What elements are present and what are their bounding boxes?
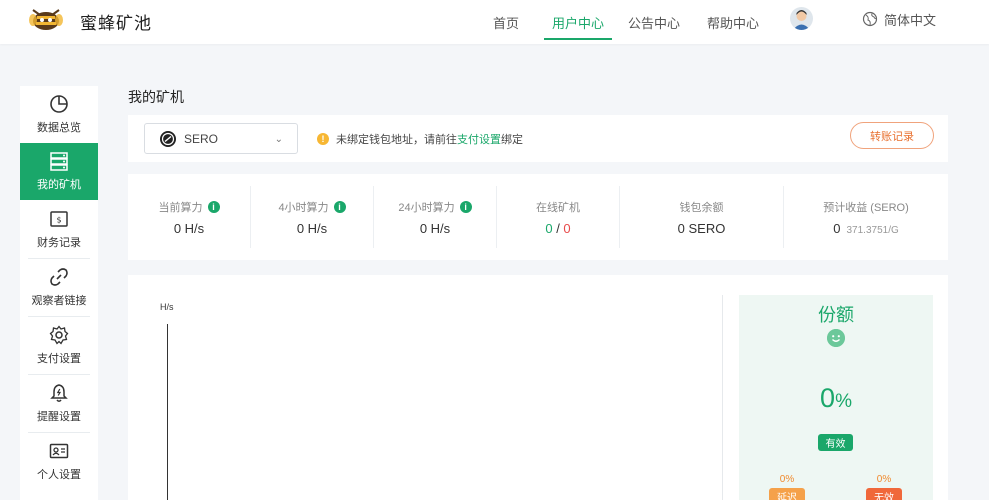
- language-switch[interactable]: 简体中文: [862, 0, 936, 38]
- chevron-down-icon: ⌄: [274, 134, 283, 145]
- sidebar-item-label: 提醒设置: [37, 411, 81, 423]
- language-label: 简体中文: [884, 12, 937, 28]
- invalid-badge: 无效: [866, 488, 902, 500]
- stat-value: 0 371.3751/G: [833, 221, 899, 236]
- stat-expected-income: 预计收益 (SERO) 0 371.3751/G: [784, 174, 948, 260]
- transfer-records-button[interactable]: 转账记录: [850, 122, 934, 149]
- user-avatar[interactable]: [790, 7, 813, 30]
- sidebar-item-finance[interactable]: $ 财务记录: [20, 201, 98, 258]
- stat-label: 预计收益 (SERO): [823, 201, 909, 214]
- toolbar-card: SERO ⌄ ! 未绑定钱包地址，请前往 支付设置 绑定 转账记录: [128, 115, 948, 162]
- globe-icon: [862, 11, 878, 27]
- income-rate: 371.3751/G: [846, 224, 899, 236]
- sidebar-item-label: 个人设置: [37, 469, 81, 481]
- brand-name[interactable]: 蜜蜂矿池: [80, 9, 152, 34]
- warning-text-prefix: 未绑定钱包地址，请前往: [336, 134, 457, 146]
- stat-label: 当前算力: [158, 201, 203, 214]
- nav-announcements[interactable]: 公告中心: [628, 0, 680, 44]
- id-card-icon: [49, 441, 69, 461]
- invalid-percent: 0%: [876, 474, 892, 485]
- wallet-warning: ! 未绑定钱包地址，请前往 支付设置 绑定: [317, 131, 523, 147]
- server-icon: [49, 151, 69, 171]
- share-percent-unit: %: [835, 391, 852, 412]
- page-title: 我的矿机: [128, 89, 184, 105]
- smile-icon: [827, 329, 845, 347]
- stat-4h-hashrate: 4小时算力 i 0 H/s: [251, 174, 373, 260]
- stat-label: 在线矿机: [536, 201, 580, 214]
- warning-text-suffix: 绑定: [501, 134, 523, 146]
- top-header: 蜜蜂矿池 首页 用户中心 公告中心 帮助中心 简体中文: [0, 0, 989, 44]
- nav-help[interactable]: 帮助中心: [707, 0, 759, 44]
- info-icon[interactable]: i: [207, 200, 220, 213]
- share-title: 份额: [818, 305, 854, 325]
- gear-icon: [49, 325, 69, 345]
- chart-divider: [722, 295, 723, 500]
- info-icon[interactable]: i: [333, 200, 346, 213]
- sidebar-item-alert-settings[interactable]: 提醒设置: [20, 375, 98, 432]
- offline-count: 0: [563, 220, 571, 236]
- sidebar-item-payment-settings[interactable]: 支付设置: [20, 317, 98, 374]
- stat-label: 24小时算力: [398, 201, 455, 214]
- sidebar-item-overview[interactable]: 数据总览: [20, 86, 98, 143]
- bee-logo-icon[interactable]: [28, 6, 64, 32]
- stat-value: 0 H/s: [296, 220, 328, 236]
- chart-y-axis-label: H/s: [160, 302, 174, 312]
- valid-badge: 有效: [818, 434, 853, 451]
- sidebar-item-label: 我的矿机: [37, 179, 81, 191]
- delayed-badge: 延迟: [769, 488, 805, 500]
- nav-home[interactable]: 首页: [493, 0, 519, 44]
- count-separator: /: [552, 220, 564, 236]
- hashrate-chart-card: H/s 份额 0% 有效 0% 延迟 0% 无效: [128, 275, 948, 500]
- share-percent-value: 0: [820, 383, 836, 413]
- stat-value: 0 SERO: [677, 220, 726, 236]
- sidebar-item-label: 财务记录: [37, 237, 81, 249]
- stat-value: 0 H/s: [419, 220, 451, 236]
- nav-user-center[interactable]: 用户中心: [543, 0, 613, 44]
- sidebar: 数据总览 我的矿机 $ 财务记录 观察者链接 支付设置 提醒设置 个人设置: [20, 86, 98, 500]
- info-icon[interactable]: i: [459, 200, 472, 213]
- bill-icon: $: [49, 209, 69, 229]
- avatar-icon: [793, 10, 810, 30]
- stat-wallet-balance: 钱包余额 0 SERO: [620, 174, 783, 260]
- stat-label: 钱包余额: [679, 201, 724, 214]
- delayed-percent: 0%: [779, 474, 795, 485]
- warning-icon: !: [317, 133, 329, 145]
- pie-chart-icon: [49, 94, 69, 114]
- sidebar-item-label: 数据总览: [37, 122, 81, 134]
- coin-select[interactable]: SERO ⌄: [144, 123, 298, 154]
- payment-settings-link[interactable]: 支付设置: [457, 131, 501, 147]
- stat-value: 0 H/s: [173, 220, 205, 236]
- share-percent: 0%: [739, 383, 933, 414]
- stat-24h-hashrate: 24小时算力 i 0 H/s: [374, 174, 496, 260]
- sidebar-item-label: 观察者链接: [31, 295, 87, 307]
- coin-select-value: SERO: [184, 131, 219, 146]
- chart-y-axis: [167, 324, 168, 500]
- bell-icon: [49, 383, 69, 403]
- stat-current-hashrate: 当前算力 i 0 H/s: [128, 174, 250, 260]
- income-value: 0: [833, 220, 841, 236]
- sidebar-item-label: 支付设置: [37, 353, 81, 365]
- sero-coin-icon: [160, 130, 176, 147]
- stats-card: 当前算力 i 0 H/s 4小时算力 i 0 H/s 24小时算力 i 0 H/s 在…: [128, 174, 948, 260]
- share-panel: 份额 0% 有效 0% 延迟 0% 无效: [739, 295, 933, 500]
- stat-value: 0 / 0: [545, 221, 570, 236]
- online-count: 0: [545, 220, 553, 236]
- svg-text:$: $: [56, 216, 61, 225]
- sidebar-item-personal-settings[interactable]: 个人设置: [20, 433, 98, 490]
- stat-label: 4小时算力: [278, 201, 329, 214]
- stat-online-miners: 在线矿机 0 / 0: [497, 174, 619, 260]
- sidebar-item-observer-link[interactable]: 观察者链接: [20, 259, 98, 316]
- link-icon: [49, 267, 69, 287]
- sidebar-item-my-miners[interactable]: 我的矿机: [20, 143, 98, 200]
